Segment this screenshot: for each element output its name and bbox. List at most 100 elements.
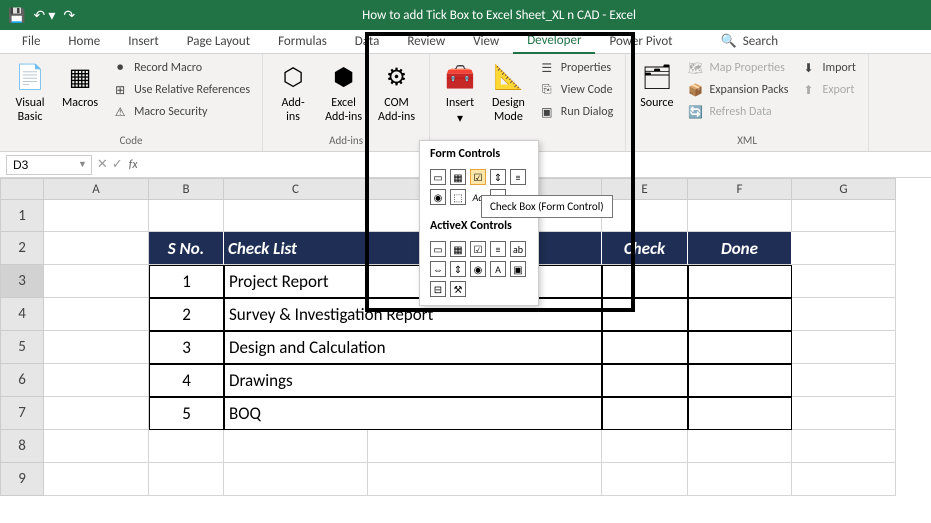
cell[interactable]	[224, 463, 368, 496]
relative-refs-button[interactable]: ⊞Use Relative References	[108, 80, 254, 100]
cell[interactable]	[224, 430, 368, 463]
row-header-7[interactable]: 7	[0, 397, 44, 430]
cell[interactable]	[688, 463, 792, 496]
cell[interactable]	[688, 298, 792, 331]
col-header-f[interactable]: F	[688, 178, 792, 200]
col-header-e[interactable]: E	[602, 178, 688, 200]
excel-addins-button[interactable]: ⬢Excel Add-ins	[319, 58, 368, 129]
cancel-icon[interactable]: ✕	[97, 157, 108, 172]
tab-file[interactable]: File	[8, 30, 54, 53]
cell-done-header[interactable]: Done	[688, 232, 792, 265]
cell[interactable]	[602, 397, 688, 430]
ax-combo-icon[interactable]: ▦	[450, 241, 466, 257]
cell[interactable]	[688, 430, 792, 463]
form-combo-icon[interactable]: ▦	[450, 169, 466, 185]
cell-checklist-header[interactable]: Check List	[224, 232, 602, 265]
cell[interactable]	[688, 397, 792, 430]
tab-page-layout[interactable]: Page Layout	[173, 30, 264, 53]
ax-image-icon[interactable]: ▣	[510, 261, 526, 277]
com-addins-button[interactable]: ⚙COM Add-ins	[372, 58, 421, 129]
tab-developer[interactable]: Developer	[513, 29, 595, 54]
cell[interactable]	[602, 463, 688, 496]
record-macro-button[interactable]: ⏺Record Macro	[108, 58, 254, 78]
cell[interactable]	[602, 364, 688, 397]
cell[interactable]	[44, 298, 149, 331]
source-button[interactable]: 🗂Source	[634, 58, 679, 114]
cell[interactable]: Project Report	[224, 265, 602, 298]
row-header-3[interactable]: 3	[0, 265, 44, 298]
import-button[interactable]: ⬇Import	[796, 58, 859, 78]
cell[interactable]	[792, 430, 896, 463]
addins-button[interactable]: ⬡Add- ins	[271, 58, 315, 129]
insert-controls-button[interactable]: 🧰Insert▾	[438, 58, 482, 131]
cell[interactable]: 5	[149, 397, 224, 430]
redo-icon[interactable]: ↷	[63, 7, 75, 24]
view-code-button[interactable]: ⎘View Code	[535, 80, 617, 100]
form-groupbox-icon[interactable]: ⬚	[450, 189, 466, 205]
ax-option-icon[interactable]: ◉	[470, 261, 486, 277]
cell[interactable]	[792, 265, 896, 298]
row-header-1[interactable]: 1	[0, 200, 44, 232]
cell-check-header[interactable]: Check	[602, 232, 688, 265]
selected-cell[interactable]	[602, 265, 688, 298]
form-spinner-icon[interactable]: ⇕	[490, 169, 506, 185]
design-mode-button[interactable]: 📐Design Mode	[486, 58, 531, 129]
cell[interactable]	[688, 364, 792, 397]
cell[interactable]	[792, 397, 896, 430]
tab-formulas[interactable]: Formulas	[264, 30, 341, 53]
select-all-corner[interactable]	[0, 178, 44, 200]
row-header-2[interactable]: 2	[0, 232, 44, 265]
tab-view[interactable]: View	[459, 30, 513, 53]
tab-search[interactable]: 🔍 Search	[707, 30, 793, 53]
cell[interactable]: Survey & Investigation Report	[224, 298, 602, 331]
form-option-icon[interactable]: ◉	[430, 189, 446, 205]
form-checkbox-icon[interactable]: ☑	[470, 169, 486, 185]
cell[interactable]: 4	[149, 364, 224, 397]
cell[interactable]	[792, 463, 896, 496]
expansion-packs-button[interactable]: 📦Expansion Packs	[683, 80, 792, 100]
cell[interactable]	[792, 232, 896, 265]
cell[interactable]	[368, 430, 602, 463]
ax-toggle-icon[interactable]: ⊟	[430, 281, 446, 297]
cell[interactable]: 3	[149, 331, 224, 364]
cell[interactable]	[149, 430, 224, 463]
cell[interactable]	[688, 265, 792, 298]
cell[interactable]	[792, 200, 896, 232]
cell[interactable]	[44, 331, 149, 364]
cell[interactable]	[602, 331, 688, 364]
tab-data[interactable]: Data	[341, 30, 394, 53]
cell[interactable]	[792, 298, 896, 331]
cell[interactable]: BOQ	[224, 397, 602, 430]
undo-icon[interactable]: ↶ ▾	[33, 7, 55, 24]
cell[interactable]	[224, 200, 368, 232]
cell[interactable]	[44, 232, 149, 265]
cell[interactable]	[44, 364, 149, 397]
row-header-9[interactable]: 9	[0, 463, 44, 496]
cell[interactable]: Drawings	[224, 364, 602, 397]
fx-icon[interactable]: fx	[129, 158, 138, 172]
row-header-4[interactable]: 4	[0, 298, 44, 331]
form-button-icon[interactable]: ▭	[430, 169, 446, 185]
namebox-dropdown-icon[interactable]: ▼	[78, 159, 87, 170]
cell[interactable]	[44, 397, 149, 430]
cell[interactable]	[44, 463, 149, 496]
cell[interactable]	[602, 298, 688, 331]
ax-scrollbar-icon[interactable]: ⇔	[430, 261, 446, 277]
cell[interactable]: Design and Calculation	[224, 331, 602, 364]
save-icon[interactable]: 💾	[8, 7, 25, 24]
cell[interactable]	[688, 331, 792, 364]
run-dialog-button[interactable]: ▣Run Dialog	[535, 102, 617, 122]
tab-insert[interactable]: Insert	[114, 30, 173, 53]
cell[interactable]	[44, 265, 149, 298]
cell[interactable]	[149, 200, 224, 232]
ax-label-icon[interactable]: A	[490, 261, 506, 277]
cell[interactable]	[368, 463, 602, 496]
ax-textbox-icon[interactable]: ab	[510, 241, 526, 257]
cell[interactable]	[44, 430, 149, 463]
ax-more-icon[interactable]: ⚒	[450, 281, 466, 297]
row-header-6[interactable]: 6	[0, 364, 44, 397]
tab-power-pivot[interactable]: Power Pivot	[595, 30, 686, 53]
macros-button[interactable]: ▦ Macros	[56, 58, 104, 114]
form-listbox-icon[interactable]: ≡	[510, 169, 526, 185]
macro-security-button[interactable]: ⚠Macro Security	[108, 102, 254, 122]
